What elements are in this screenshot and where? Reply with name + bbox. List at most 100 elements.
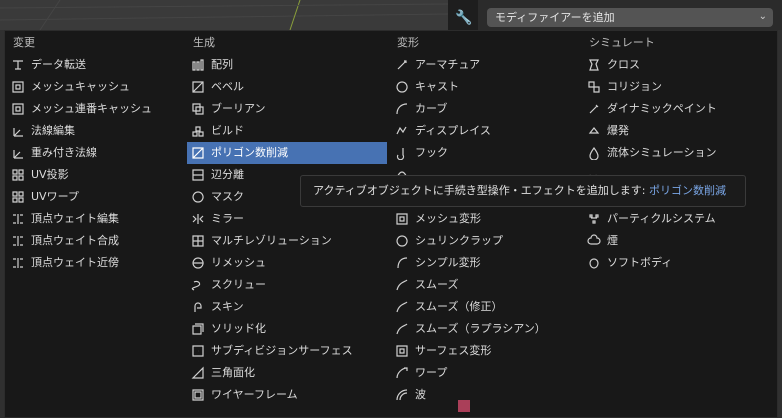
menu-item-mesh-deform[interactable]: メッシュ変形 xyxy=(391,208,581,230)
warp-icon xyxy=(396,367,408,379)
menu-item-label: カーブ xyxy=(415,102,448,115)
menu-item-cloth[interactable]: クロス xyxy=(583,54,773,76)
menu-item-vertex-weight-edit[interactable]: 頂点ウェイト編集 xyxy=(7,208,187,230)
bevel-icon xyxy=(192,81,204,93)
menu-item-displace[interactable]: ディスプレイス xyxy=(391,120,581,142)
multires-icon xyxy=(192,235,204,247)
dynamic-paint-icon xyxy=(589,104,599,114)
menu-item-smooth[interactable]: スムーズ xyxy=(391,274,581,296)
menu-item-label: ソフトボディ xyxy=(607,256,673,269)
menu-item-label: 辺分離 xyxy=(211,168,244,181)
menu-item-smooth-laplacian[interactable]: スムーズ（ラプラシアン） xyxy=(391,318,581,340)
menu-item-label: パーティクルシステム xyxy=(607,212,716,225)
subsurf-icon xyxy=(192,345,204,357)
menu-item-subsurf[interactable]: サブディビジョンサーフェス xyxy=(187,340,387,362)
menu-item-label: キャスト xyxy=(415,80,459,93)
menu-item-label: ワープ xyxy=(415,366,448,379)
menu-item-surface-deform[interactable]: サーフェス変形 xyxy=(391,340,581,362)
mask-icon xyxy=(192,191,204,203)
menu-item-label: UVワープ xyxy=(31,190,79,203)
menu-item-cast[interactable]: キャスト xyxy=(391,76,581,98)
menu-item-screw[interactable]: スクリュー xyxy=(187,274,387,296)
menu-item-uv-project[interactable]: UV投影 xyxy=(7,164,187,186)
menu-item-particle-system[interactable]: パーティクルシステム xyxy=(583,208,773,230)
menu-item-label: ミラー xyxy=(211,212,244,225)
menu-item-normal-edit[interactable]: 法線編集 xyxy=(7,120,187,142)
menu-item-weighted-normal[interactable]: 重み付き法線 xyxy=(7,142,187,164)
menu-item-label: UV投影 xyxy=(31,168,69,181)
add-modifier-dropdown[interactable]: モディファイアーを追加 ⌄ xyxy=(487,8,773,27)
menu-item-wave[interactable]: 波 xyxy=(391,384,581,406)
menu-item-label: ビルド xyxy=(211,124,244,137)
texture-icon[interactable] xyxy=(458,400,470,412)
menu-item-skin[interactable]: スキン xyxy=(187,296,387,318)
menu-item-vertex-weight-proximity[interactable]: 頂点ウェイト近傍 xyxy=(7,252,187,274)
menu-item-hook[interactable]: フック xyxy=(391,142,581,164)
chevron-down-icon: ⌄ xyxy=(758,11,767,22)
smooth-corrective-icon xyxy=(396,301,408,313)
menu-item-data-transfer[interactable]: データ転送 xyxy=(7,54,187,76)
wireframe-icon xyxy=(192,389,204,401)
menu-item-dynamic-paint[interactable]: ダイナミックペイント xyxy=(583,98,773,120)
tooltip: アクティブオブジェクトに手続き型操作・エフェクトを追加します: ポリゴン数削減 xyxy=(300,175,746,207)
menu-item-explode[interactable]: 爆発 xyxy=(583,120,773,142)
menu-item-label: 流体シミュレーション xyxy=(607,146,717,159)
menu-item-curve[interactable]: カーブ xyxy=(391,98,581,120)
menu-item-label: ディスプレイス xyxy=(415,124,491,137)
menu-item-wireframe[interactable]: ワイヤーフレーム xyxy=(187,384,387,406)
menu-item-label: ワイヤーフレーム xyxy=(211,388,298,401)
menu-item-boolean[interactable]: ブーリアン xyxy=(187,98,387,120)
menu-item-multires[interactable]: マルチレゾリューション xyxy=(187,230,387,252)
boolean-icon xyxy=(192,103,204,115)
vertex-weight-proximity-icon xyxy=(13,258,23,268)
wrench-icon[interactable]: 🔧 xyxy=(455,10,473,28)
normal-edit-icon xyxy=(13,128,23,137)
solidify-icon xyxy=(192,323,204,335)
surface-deform-icon xyxy=(396,345,408,357)
3d-viewport[interactable] xyxy=(0,0,448,30)
displace-icon xyxy=(396,126,407,135)
build-icon xyxy=(192,126,204,137)
mirror-icon xyxy=(192,214,204,224)
menu-item-label: 波 xyxy=(415,388,426,401)
menu-item-build[interactable]: ビルド xyxy=(187,120,387,142)
column-header: シミュレート xyxy=(589,36,655,49)
explode-icon xyxy=(588,127,600,134)
menu-item-label: ポリゴン数削減 xyxy=(211,146,288,159)
menu-item-decimate[interactable]: ポリゴン数削減 xyxy=(187,142,387,164)
wave-icon xyxy=(396,389,408,401)
column-header: 変更 xyxy=(13,36,35,49)
menu-item-bevel[interactable]: ベベル xyxy=(187,76,387,98)
edge-split-icon xyxy=(192,169,204,181)
menu-item-soft-body[interactable]: ソフトボディ xyxy=(583,252,773,274)
menu-item-solidify[interactable]: ソリッド化 xyxy=(187,318,387,340)
menu-item-simple-deform[interactable]: シンプル変形 xyxy=(391,252,581,274)
menu-item-shrinkwrap[interactable]: シュリンクラップ xyxy=(391,230,581,252)
menu-item-label: スムーズ（ラプラシアン） xyxy=(415,322,546,335)
column-header: 変形 xyxy=(397,36,419,49)
menu-item-mesh-cache[interactable]: メッシュキャッシュ xyxy=(7,76,187,98)
menu-item-smoke[interactable]: 煙 xyxy=(583,230,773,252)
menu-item-array[interactable]: 配列 xyxy=(187,54,387,76)
menu-item-triangulate[interactable]: 三角面化 xyxy=(187,362,387,384)
menu-item-armature[interactable]: アーマチュア xyxy=(391,54,581,76)
menu-item-mesh-seq-cache[interactable]: メッシュ連番キャッシュ xyxy=(7,98,187,120)
curve-icon xyxy=(396,103,408,115)
menu-item-fluid[interactable]: 流体シミュレーション xyxy=(583,142,773,164)
cloth-icon xyxy=(589,59,599,71)
smooth-laplacian-icon xyxy=(396,323,408,335)
menu-item-warp[interactable]: ワープ xyxy=(391,362,581,384)
menu-item-collision[interactable]: コリジョン xyxy=(583,76,773,98)
menu-item-label: 煙 xyxy=(607,234,618,247)
menu-item-remesh[interactable]: リメッシュ xyxy=(187,252,387,274)
add-modifier-menu: 変更データ転送メッシュキャッシュメッシュ連番キャッシュ 法線編集 重み付き法線 UV投… xyxy=(4,30,778,418)
tooltip-highlight: ポリゴン数削減 xyxy=(649,184,726,197)
menu-item-smooth-corrective[interactable]: スムーズ（修正） xyxy=(391,296,581,318)
add-modifier-label: モディファイアーを追加 xyxy=(495,11,615,24)
menu-item-uv-warp[interactable]: UVワープ xyxy=(7,186,187,208)
menu-item-label: 三角面化 xyxy=(211,366,255,379)
menu-item-mirror[interactable]: ミラー xyxy=(187,208,387,230)
menu-item-vertex-weight-mix[interactable]: 頂点ウェイト合成 xyxy=(7,230,187,252)
array-icon xyxy=(192,59,204,71)
menu-item-label: メッシュキャッシュ xyxy=(31,80,130,93)
